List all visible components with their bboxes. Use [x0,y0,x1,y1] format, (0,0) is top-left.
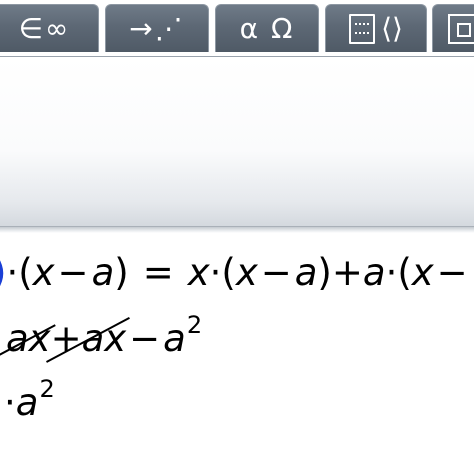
exponent: 2 [39,375,55,403]
cancelled-term: ax [6,317,51,360]
equation-line-3: ·a2 [4,377,55,424]
dot-operator: · [4,381,16,424]
exponent: 2 [186,311,203,339]
alpha-omega-icon: α Ω [239,12,295,45]
tab-symbols[interactable]: ∈∞ [0,4,99,52]
var-a: a [91,251,115,294]
panel-divider[interactable] [0,226,474,233]
var-x: x [32,251,55,294]
close-paren: ) [114,251,129,294]
open-paren: ( [397,251,412,294]
math-worksheet[interactable]: )·(x−a)=x·(x−a)+a·(x− ax+ax−a2 ·a2 [0,234,474,474]
equals-sign: = [142,251,174,294]
minus-sign: − [260,251,292,294]
tab-matrix[interactable]: ⟨⟩ [325,4,427,52]
plus-sign: + [331,251,363,294]
math-editor-window: ∈∞ →⋰ α Ω ⟨⟩ )·(x−a)=x·(x−a)+a·(x− ax+ax… [0,0,474,474]
tab-more[interactable] [432,4,474,52]
element-infinity-icon: ∈∞ [18,12,71,45]
palette-tab-strip: ∈∞ →⋰ α Ω ⟨⟩ [0,0,474,57]
brace-icon: ⟨⟩ [381,11,403,45]
var-a: a [362,251,386,294]
tab-arrows[interactable]: →⋰ [105,4,209,52]
var-a: a [294,251,318,294]
minus-sign: − [436,251,468,294]
close-paren: ) [317,251,332,294]
open-paren: ( [221,251,236,294]
palette-panel [0,57,474,227]
equation-line-2: ax+ax−a2 [6,313,202,360]
var-x: x [235,251,258,294]
arrow-dots-icon: →⋰ [129,12,185,45]
dot-operator: · [385,251,398,294]
dot-operator: · [209,251,222,294]
var-a: a [163,317,186,360]
var-a: a [15,381,39,424]
tab-greek[interactable]: α Ω [215,4,319,52]
matrix-icon [349,13,376,44]
cancelled-term: +ax [50,317,127,360]
var-x: x [411,251,434,294]
minus-sign: − [129,317,161,360]
partial-box-icon [448,13,474,44]
minus-sign: − [57,251,89,294]
var-x: x [187,251,210,294]
lead-dot-paren: ·( [6,251,33,294]
equation-line-1: )·(x−a)=x·(x−a)+a·(x− [0,254,471,291]
